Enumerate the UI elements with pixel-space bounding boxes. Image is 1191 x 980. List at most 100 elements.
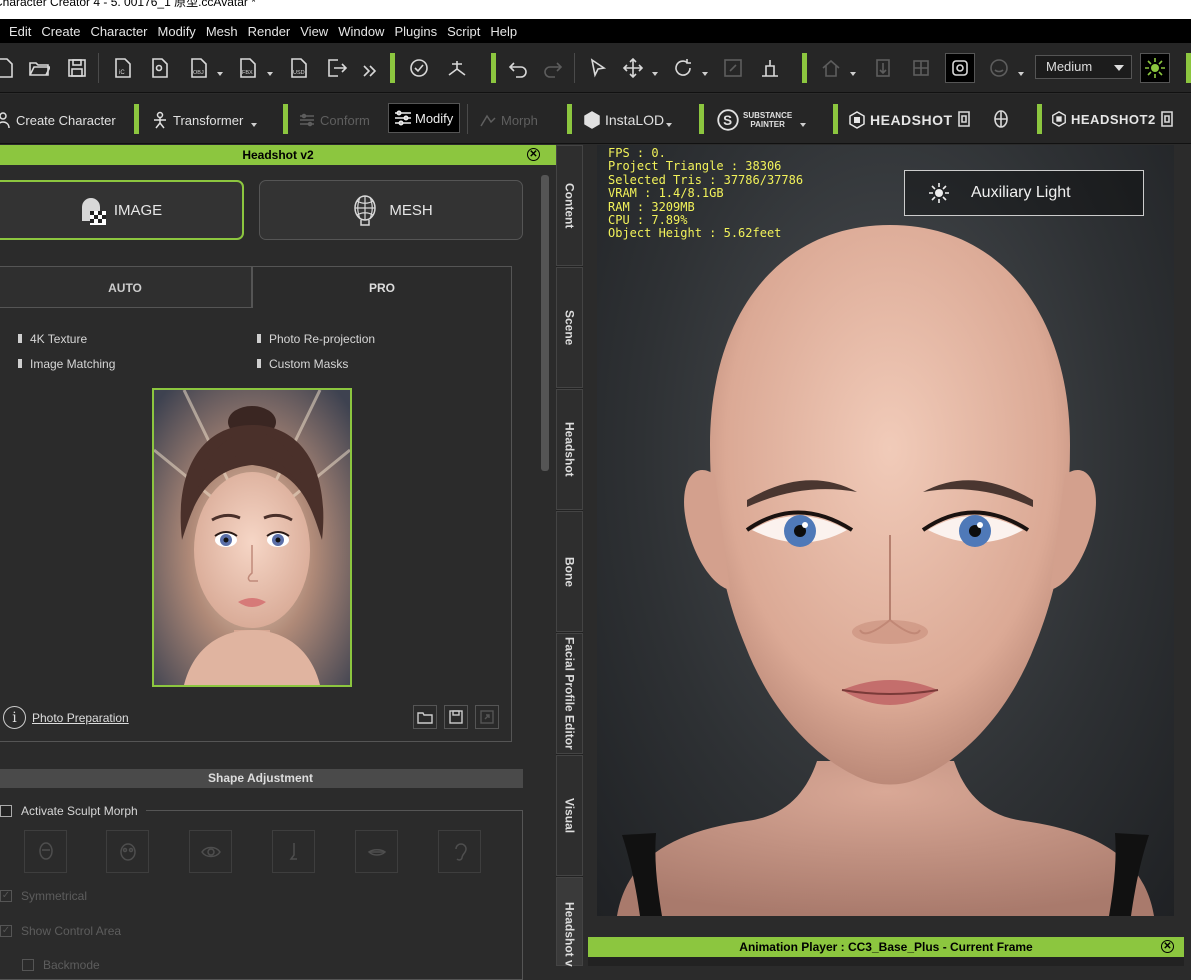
open-folder-icon [417,712,433,724]
toolbar-group-separator [134,104,139,134]
3d-viewport[interactable] [597,145,1174,916]
open-folder-icon[interactable] [26,55,52,81]
pose-tool-icon[interactable] [444,55,470,81]
feature-4k-texture: 4K Texture [18,332,87,346]
photo-preparation-link[interactable]: Photo Preparation [32,711,129,725]
toolbar-group-separator [567,104,572,134]
symmetrical-checkbox: ✓ [0,890,12,902]
backmode-checkbox [22,959,34,971]
toolbar-separator [574,53,575,83]
side-tab-bone[interactable]: Bone [556,511,583,632]
substance-painter-button[interactable]: S SUBSTANCE PAINTER [717,109,792,131]
menu-mesh[interactable]: Mesh [206,24,238,39]
close-icon[interactable]: ✕ [1161,940,1174,953]
undo-icon[interactable] [505,55,531,81]
side-tab-facial-profile-editor[interactable]: Facial Profile Editor [556,633,583,754]
animation-player-body [588,957,1184,966]
animation-player-title: Animation Player : CC3_Base_Plus - Curre… [739,940,1033,954]
mesh-mode-button[interactable]: MESH [259,180,523,240]
new-file-icon[interactable] [0,55,18,81]
side-tab-scene[interactable]: Scene [556,267,583,388]
view-target-icon[interactable] [406,55,432,81]
image-mode-button[interactable]: IMAGE [0,180,244,240]
transformer-dropdown-caret[interactable] [251,123,257,127]
camera-toggle-icon[interactable] [945,53,975,83]
rotate-icon[interactable] [670,55,696,81]
side-tab-scene-label: Scene [562,309,577,346]
tab-auto[interactable]: AUTO [0,266,252,308]
side-tab-headshot-v2[interactable]: Headshot v [556,877,583,967]
menu-create[interactable]: Create [41,24,80,39]
activate-sculpt-label: Activate Sculpt Morph [21,804,138,818]
create-character-button[interactable]: Create Character [0,109,116,131]
save-photo-button[interactable] [444,705,468,729]
sculpt-eye-button [189,830,232,873]
align-icon[interactable] [757,55,783,81]
expand-photo-button [475,705,499,729]
auxiliary-light-button[interactable]: Auxiliary Light [904,170,1144,216]
head-mesh-icon[interactable] [988,106,1014,132]
light-toggle-button[interactable] [1140,53,1170,83]
instalod-dropdown-caret[interactable] [666,123,672,127]
menu-help[interactable]: Help [490,24,517,39]
substance-dropdown-caret[interactable] [800,123,806,127]
move-icon[interactable] [620,55,646,81]
headshot2-button[interactable]: HEADSHOT2 [1051,111,1156,127]
activate-sculpt-morph[interactable]: Activate Sculpt Morph [0,803,146,819]
symmetrical-option: ✓ Symmetrical [0,889,87,903]
headshot-tool-icon[interactable] [951,106,977,132]
render-quality-select[interactable]: Medium [1035,55,1132,79]
source-photo-image [154,390,350,685]
activate-sculpt-checkbox[interactable] [0,805,12,817]
toolbar-group-separator [491,53,496,83]
menu-edit[interactable]: Edit [9,24,31,39]
modify-button[interactable]: Modify [388,103,460,133]
import-fbx-icon[interactable]: FBX [235,55,261,81]
menu-render[interactable]: Render [248,24,291,39]
backmode-option: Backmode [22,958,100,972]
import-obj-icon[interactable]: OBJ [186,55,212,81]
save-icon[interactable] [64,55,90,81]
menu-modify[interactable]: Modify [158,24,196,39]
headshot-button[interactable]: HEADSHOT [848,111,953,129]
transformer-icon [154,111,166,129]
menu-character[interactable]: Character [90,24,147,39]
import-ic-icon[interactable]: iC [110,55,136,81]
instalod-button[interactable]: InstaLOD [583,109,664,131]
panel-scrollbar[interactable] [541,175,549,471]
render-quality-value: Medium [1046,59,1093,74]
move-dropdown-caret[interactable] [652,72,658,76]
headshot2-tool-icon[interactable] [1154,106,1180,132]
tab-pro[interactable]: PRO [252,266,512,308]
close-icon[interactable]: ✕ [527,148,540,161]
import-usd-icon[interactable]: USD [286,55,312,81]
load-photo-button[interactable] [413,705,437,729]
home-dropdown-caret[interactable] [850,72,856,76]
fbx-dropdown-caret[interactable] [267,72,273,76]
side-tab-visual[interactable]: Visual [556,755,583,876]
transformer-button[interactable]: Transformer [151,109,243,131]
instalod-icon [584,111,600,129]
menu-view[interactable]: View [300,24,328,39]
svg-text:S: S [723,113,732,128]
svg-text:iC: iC [119,70,125,76]
rotate-dropdown-caret[interactable] [702,72,708,76]
menu-script[interactable]: Script [447,24,480,39]
import-avatar-icon[interactable] [147,55,173,81]
obj-dropdown-caret[interactable] [217,72,223,76]
menu-window[interactable]: Window [338,24,384,39]
stat-project-triangle: Project Triangle : 38306 [608,159,782,174]
source-photo[interactable] [152,388,352,687]
export-icon[interactable] [324,55,350,81]
more-tools-icon[interactable] [356,58,382,84]
face-dropdown-caret[interactable] [1018,72,1024,76]
window-title: Character Creator 4 - 5. 00176_1 原型.ccAv… [0,0,256,9]
toolbar-group-separator [1186,53,1191,83]
side-tab-headshot[interactable]: Headshot [556,389,583,510]
info-icon[interactable]: i [3,706,26,729]
select-arrow-icon[interactable] [585,55,611,81]
menu-plugins[interactable]: Plugins [394,24,437,39]
viewport-stats: FPS : 0. Project Triangle : 38306 Select… [608,146,803,241]
headshot2-label: HEADSHOT2 [1071,111,1156,127]
side-tab-content[interactable]: Content [556,145,583,266]
